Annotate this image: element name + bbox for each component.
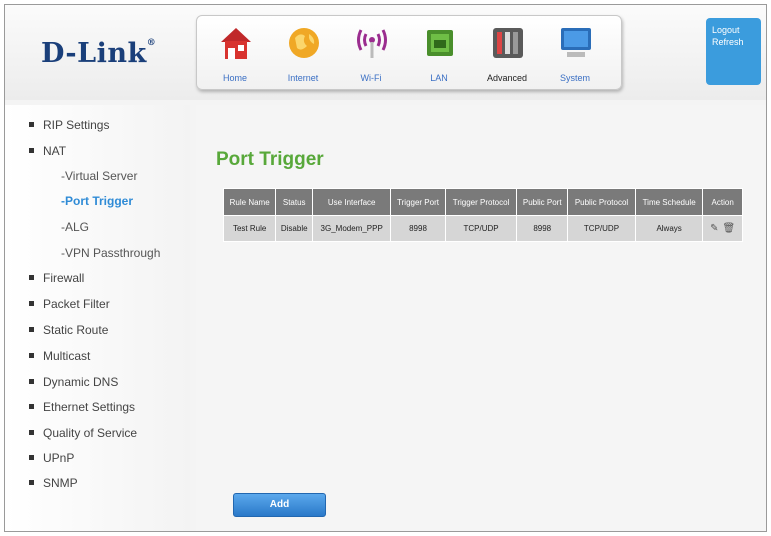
add-button[interactable]: Add <box>233 493 326 517</box>
sidebar-item-label: UPnP <box>43 451 75 465</box>
main-navigation: Home Internet Wi-Fi LAN Advanced System <box>196 15 622 90</box>
header: D-Link® Home Internet Wi-Fi LAN Advanced… <box>5 5 766 100</box>
main-content: Port Trigger Rule Name Status Use Interf… <box>196 105 766 531</box>
table-cell: 8998 <box>390 215 446 242</box>
sidebar-subitem-alg[interactable]: -ALG <box>61 220 89 234</box>
column-header: Time Schedule <box>634 188 704 216</box>
sidebar-item-packet-filter[interactable]: Packet Filter <box>29 297 110 312</box>
edit-pencil-icon[interactable]: ✎ <box>710 224 718 234</box>
table-cell: Always <box>634 215 704 242</box>
nav-wifi[interactable]: Wi-Fi <box>341 20 401 88</box>
nav-system[interactable]: System <box>545 20 605 88</box>
sidebar-item-snmp[interactable]: SNMP <box>29 476 78 491</box>
column-header: Public Port <box>516 188 569 216</box>
wifi-icon <box>357 29 387 58</box>
home-icon <box>221 28 251 59</box>
bullet-icon <box>29 430 34 435</box>
sidebar-item-quality-of-service[interactable]: Quality of Service <box>29 426 137 441</box>
bullet-icon <box>29 379 34 384</box>
sidebar-item-nat[interactable]: NAT <box>29 144 66 159</box>
table-cell: Disable <box>275 215 314 242</box>
nav-internet[interactable]: Internet <box>273 20 333 88</box>
sidebar-item-label: Ethernet Settings <box>43 400 136 414</box>
column-header: Trigger Port <box>390 188 446 216</box>
sidebar-item-firewall[interactable]: Firewall <box>29 271 84 286</box>
sidebar-item-dynamic-dns[interactable]: Dynamic DNS <box>29 375 118 390</box>
sidebar-item-label: Quality of Service <box>43 426 138 440</box>
sidebar-item-label: Dynamic DNS <box>43 375 119 389</box>
column-header: Trigger Protocol <box>444 188 518 216</box>
sidebar-subitem-virtual-server[interactable]: -Virtual Server <box>61 169 137 183</box>
sidebar-item-rip-settings[interactable]: RIP Settings <box>29 118 109 133</box>
sidebar-item-label: RIP Settings <box>43 118 110 132</box>
logo-text: D-Link <box>41 38 147 69</box>
account-panel: Logout Refresh <box>706 18 761 85</box>
port-trigger-table: Rule Name Status Use Interface Trigger P… <box>222 188 743 242</box>
sidebar-item-multicast[interactable]: Multicast <box>29 349 90 364</box>
sidebar-item-label: SNMP <box>43 476 78 490</box>
delete-trash-icon[interactable]: 🗑 <box>723 224 736 234</box>
table-cell: 3G_Modem_PPP <box>312 215 392 242</box>
refresh-link[interactable]: Refresh <box>706 36 761 48</box>
internet-globe-icon <box>289 28 319 58</box>
lan-icon <box>427 30 453 56</box>
sidebar-item-upnp[interactable]: UPnP <box>29 451 74 466</box>
table-cell: TCP/UDP <box>444 215 518 242</box>
column-header: Use Interface <box>312 188 392 216</box>
router-admin-window: D-Link® Home Internet Wi-Fi LAN Advanced… <box>4 4 767 532</box>
sidebar-item-static-route[interactable]: Static Route <box>29 323 108 338</box>
bullet-icon <box>29 327 34 332</box>
table-cell: Test Rule <box>222 215 277 242</box>
bullet-icon <box>29 301 34 306</box>
sidebar-item-label: Packet Filter <box>43 297 110 311</box>
sidebar-item-label: Firewall <box>43 271 85 285</box>
bullet-icon <box>29 148 34 153</box>
nav-lan[interactable]: LAN <box>409 20 469 88</box>
nav-label-system: System <box>559 73 590 83</box>
nav-label-lan: LAN <box>430 73 448 83</box>
nav-label-home: Home <box>222 73 247 83</box>
nav-label-internet: Internet <box>287 73 319 83</box>
bullet-icon <box>29 404 34 409</box>
bullet-icon <box>29 275 34 280</box>
advanced-tools-icon <box>493 28 523 58</box>
sidebar-subitem-vpn-passthrough[interactable]: -VPN Passthrough <box>61 246 160 260</box>
bullet-icon <box>29 480 34 485</box>
nav-label-wifi: Wi-Fi <box>360 73 382 83</box>
bullet-icon <box>29 122 34 127</box>
sidebar-item-ethernet-settings[interactable]: Ethernet Settings <box>29 400 135 415</box>
sidebar-item-label: Multicast <box>43 349 91 363</box>
sidebar-item-label: Static Route <box>43 323 109 337</box>
column-header: Action <box>702 188 743 216</box>
page-title: Port Trigger <box>216 149 324 170</box>
sidebar-item-label: NAT <box>43 144 67 158</box>
system-monitor-icon <box>561 28 591 57</box>
sidebar-menu: RIP Settings NAT -Virtual Server -Port T… <box>5 105 190 531</box>
bullet-icon <box>29 455 34 460</box>
nav-home[interactable]: Home <box>205 20 265 88</box>
nav-label-advanced: Advanced <box>486 73 528 83</box>
table-cell: 8998 <box>516 215 569 242</box>
logout-link[interactable]: Logout <box>706 18 761 36</box>
column-header: Status <box>275 188 314 216</box>
table-row: Test Rule Disable 3G_Modem_PPP 8998 TCP/… <box>222 215 743 242</box>
dlink-logo: D-Link® <box>41 38 156 69</box>
column-header: Rule Name <box>222 188 277 216</box>
sidebar-subitem-port-trigger[interactable]: -Port Trigger <box>61 194 133 208</box>
logo-mark: ® <box>146 38 157 48</box>
action-cell: ✎ 🗑 <box>702 215 743 242</box>
table-header-row: Rule Name Status Use Interface Trigger P… <box>222 188 743 216</box>
column-header: Public Protocol <box>567 188 636 216</box>
bullet-icon <box>29 353 34 358</box>
nav-advanced[interactable]: Advanced <box>477 20 537 88</box>
table-cell: TCP/UDP <box>567 215 636 242</box>
